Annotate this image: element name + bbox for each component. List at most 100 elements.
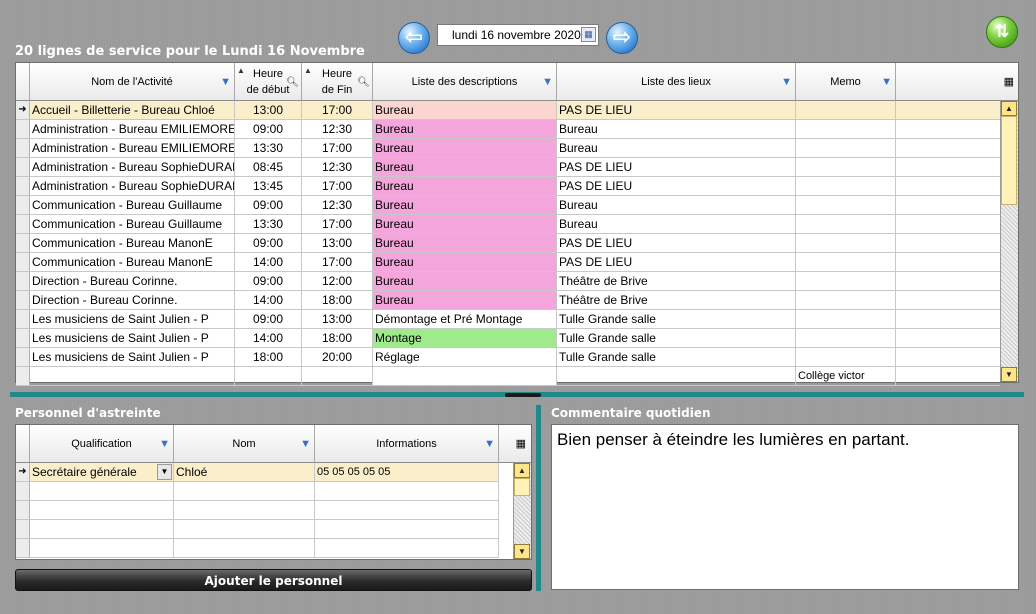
table-row[interactable]: Communication - Bureau ManonE 14:00 17:00 B… [16, 253, 1000, 272]
table-row[interactable]: Communication - Bureau Guillaume 13:30 17:… [16, 215, 1000, 234]
column-header-fin[interactable]: ▲ Heure de Fin 🔍︎ [302, 63, 373, 101]
start-time-cell[interactable]: 14:00 [235, 291, 302, 310]
memo-cell[interactable] [796, 139, 896, 158]
row-indicator[interactable] [16, 139, 30, 158]
empty-cell[interactable] [174, 539, 315, 558]
chevron-down-icon[interactable]: ▼ [157, 464, 172, 480]
start-time-cell[interactable]: 09:00 [235, 196, 302, 215]
table-row[interactable]: Communication - Bureau ManonE 09:00 13:00 B… [16, 234, 1000, 253]
start-time-cell[interactable]: 13:00 [235, 101, 302, 120]
table-row[interactable]: Collège victor [16, 367, 1000, 386]
previous-day-button[interactable]: ⇦ [398, 22, 430, 54]
description-cell[interactable]: Bureau [373, 120, 557, 139]
table-row[interactable]: Administration - Bureau SophieDURAND 08:4… [16, 158, 1000, 177]
description-cell[interactable]: Bureau [373, 139, 557, 158]
end-time-cell[interactable]: 20:00 [302, 348, 373, 367]
activity-name-cell[interactable]: Les musiciens de Saint Julien - P [30, 348, 235, 367]
table-row[interactable]: ➜ Accueil - Billetterie - Bureau Chloé 13:… [16, 101, 1000, 120]
memo-cell[interactable] [796, 253, 896, 272]
memo-cell[interactable] [796, 196, 896, 215]
end-time-cell[interactable]: 18:00 [302, 329, 373, 348]
activity-name-cell[interactable]: Communication - Bureau Guillaume [30, 196, 235, 215]
start-time-cell[interactable]: 14:00 [235, 329, 302, 348]
location-cell[interactable]: PAS DE LIEU [557, 158, 796, 177]
empty-cell[interactable] [174, 482, 315, 501]
scroll-thumb[interactable] [1001, 116, 1017, 205]
location-cell[interactable]: Bureau [557, 120, 796, 139]
description-cell[interactable]: Bureau [373, 177, 557, 196]
memo-cell[interactable] [796, 215, 896, 234]
activity-name-cell[interactable]: Administration - Bureau EMILIEMORE [30, 139, 235, 158]
next-day-button[interactable]: ⇨ [606, 22, 638, 54]
activity-name-cell[interactable]: Administration - Bureau SophieDURAND [30, 158, 235, 177]
start-time-cell[interactable]: 08:45 [235, 158, 302, 177]
activity-name-cell[interactable]: Accueil - Billetterie - Bureau Chloé [30, 101, 235, 120]
row-indicator[interactable] [16, 120, 30, 139]
memo-cell[interactable] [796, 329, 896, 348]
filter-icon[interactable]: ▼ [781, 74, 792, 90]
filter-icon[interactable]: ▼ [220, 74, 231, 90]
location-cell[interactable]: Tulle Grande salle [557, 310, 796, 329]
end-time-cell[interactable]: 12:30 [302, 158, 373, 177]
description-cell[interactable]: Réglage [373, 348, 557, 367]
empty-cell[interactable] [30, 520, 174, 539]
memo-cell[interactable] [796, 101, 896, 120]
start-time-cell[interactable]: 18:00 [235, 348, 302, 367]
location-cell[interactable] [557, 367, 796, 386]
informations-cell[interactable]: 05 05 05 05 05 [315, 463, 499, 482]
empty-cell[interactable] [30, 539, 174, 558]
memo-cell[interactable]: Collège victor [796, 367, 896, 386]
scroll-up-button[interactable]: ▲ [1001, 101, 1017, 116]
location-cell[interactable]: Théâtre de Brive [557, 272, 796, 291]
row-indicator[interactable] [16, 501, 30, 520]
row-indicator[interactable] [16, 367, 30, 386]
empty-cell[interactable] [30, 482, 174, 501]
location-cell[interactable]: Tulle Grande salle [557, 329, 796, 348]
end-time-cell[interactable]: 12:00 [302, 272, 373, 291]
memo-cell[interactable] [796, 177, 896, 196]
end-time-cell[interactable]: 17:00 [302, 253, 373, 272]
start-time-cell[interactable]: 14:00 [235, 253, 302, 272]
end-time-cell[interactable]: 12:30 [302, 196, 373, 215]
activity-name-cell[interactable]: Direction - Bureau Corinne. [30, 272, 235, 291]
row-indicator[interactable] [16, 291, 30, 310]
filter-icon[interactable]: ▼ [542, 74, 553, 90]
start-time-cell[interactable]: 09:00 [235, 234, 302, 253]
description-cell[interactable]: Bureau [373, 253, 557, 272]
filter-icon[interactable]: ▼ [159, 436, 170, 452]
memo-cell[interactable] [796, 234, 896, 253]
column-header-descriptions[interactable]: Liste des descriptions ▼ [373, 63, 557, 101]
activity-name-cell[interactable]: Les musiciens de Saint Julien - P [30, 329, 235, 348]
date-field[interactable]: lundi 16 novembre 2020 ▦ [437, 24, 599, 46]
splitter-vertical[interactable] [536, 405, 541, 591]
activity-name-cell[interactable] [30, 367, 235, 386]
row-indicator[interactable] [16, 234, 30, 253]
description-cell[interactable]: Bureau [373, 272, 557, 291]
row-indicator[interactable] [16, 272, 30, 291]
column-chooser-icon[interactable]: ▦ [516, 436, 526, 452]
end-time-cell[interactable] [302, 367, 373, 386]
empty-cell[interactable] [30, 501, 174, 520]
location-cell[interactable]: Théâtre de Brive [557, 291, 796, 310]
table-row[interactable]: Administration - Bureau SophieDURAND 13:4… [16, 177, 1000, 196]
memo-cell[interactable] [796, 310, 896, 329]
row-indicator[interactable] [16, 158, 30, 177]
memo-cell[interactable] [796, 158, 896, 177]
activity-name-cell[interactable]: Administration - Bureau EMILIEMORE [30, 120, 235, 139]
row-indicator[interactable] [16, 348, 30, 367]
empty-cell[interactable] [315, 539, 499, 558]
empty-cell[interactable] [315, 501, 499, 520]
description-cell[interactable]: Bureau [373, 291, 557, 310]
nom-cell[interactable]: Chloé [174, 463, 315, 482]
activity-name-cell[interactable]: Communication - Bureau Guillaume [30, 215, 235, 234]
refresh-button[interactable]: ⇅ [986, 16, 1018, 48]
current-row-arrow-icon[interactable]: ➜ [16, 101, 30, 120]
filter-icon[interactable]: ▼ [484, 436, 495, 452]
location-cell[interactable]: PAS DE LIEU [557, 101, 796, 120]
scroll-down-button[interactable]: ▼ [514, 544, 530, 559]
column-header-debut[interactable]: ▲ Heure de début 🔍︎ [235, 63, 302, 101]
end-time-cell[interactable]: 13:00 [302, 310, 373, 329]
column-header-nom[interactable]: Nom ▼ [174, 425, 315, 463]
astreinte-scrollbar[interactable]: ▲ ▼ [513, 463, 531, 559]
end-time-cell[interactable]: 17:00 [302, 177, 373, 196]
